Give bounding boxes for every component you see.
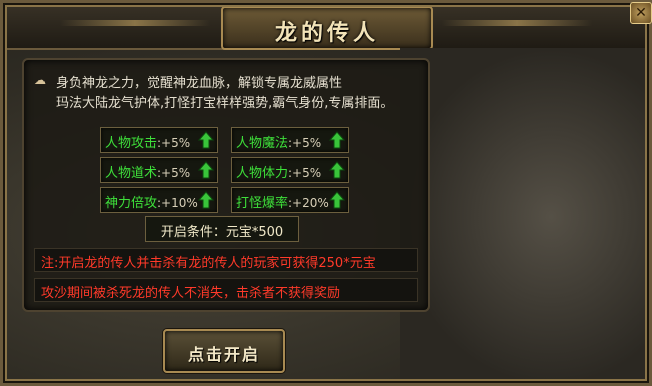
attribute-value: :+5%	[288, 136, 322, 150]
activate-button[interactable]: 点击开启	[163, 329, 285, 373]
close-button[interactable]: ✕	[630, 2, 652, 24]
attribute-stamina: 人物体力:+5%	[231, 157, 349, 183]
title-plate: 龙的传人	[221, 6, 433, 50]
title-ornament-left	[60, 20, 210, 26]
hero-background	[400, 48, 652, 386]
notice-text: 注:开启龙的传人并击杀有龙的传人的玩家可获得250*元宝	[41, 256, 376, 271]
title-ornament-right	[442, 20, 592, 26]
unlock-condition-box: 开启条件：元宝*500	[145, 216, 299, 242]
attribute-label: 打怪爆率	[236, 196, 289, 211]
window-title: 龙的传人	[274, 21, 379, 46]
notice-siege: 攻沙期间被杀死龙的传人不消失，击杀者不获得奖励	[34, 278, 418, 302]
attribute-value: :+10%	[157, 196, 198, 210]
info-icon: ☁	[34, 73, 46, 87]
notice-text: 攻沙期间被杀死龙的传人不消失，击杀者不获得奖励	[41, 286, 341, 301]
attribute-taoism: 人物道术:+5%	[100, 157, 218, 183]
description-line-1: 身负神龙之力，觉醒神龙血脉，解锁专属龙威属性	[56, 76, 343, 91]
arrow-up-icon	[198, 131, 214, 149]
attribute-magic: 人物魔法:+5%	[231, 127, 349, 153]
dragon-heir-window: 龙的传人 ✕ ☁ 身负神龙之力，觉醒神龙血脉，解锁专属龙威属性 玛法大陆龙气护体…	[0, 0, 652, 386]
attribute-drop-rate: 打怪爆率:+20%	[231, 187, 349, 213]
arrow-up-icon	[198, 161, 214, 179]
arrow-up-icon	[329, 161, 345, 179]
attribute-value: :+5%	[157, 166, 191, 180]
attribute-attack: 人物攻击:+5%	[100, 127, 218, 153]
attribute-label: 人物道术	[105, 166, 158, 181]
activate-button-label: 点击开启	[187, 345, 260, 364]
title-bar: 龙的传人	[0, 0, 652, 50]
attribute-value: :+5%	[157, 136, 191, 150]
arrow-up-icon	[329, 131, 345, 149]
description-line-2: 玛法大陆龙气护体,打怪打宝样样强势,霸气身份,专属排面。	[56, 96, 394, 111]
attribute-label: 人物攻击	[105, 136, 158, 151]
arrow-up-icon	[329, 191, 345, 209]
unlock-condition: 开启条件：元宝*500	[160, 225, 284, 240]
attribute-label: 人物体力	[236, 166, 289, 181]
attribute-label: 神力倍攻	[105, 196, 158, 211]
arrow-up-icon	[198, 191, 214, 209]
attribute-label: 人物魔法	[236, 136, 289, 151]
attribute-divine-multiplier: 神力倍攻:+10%	[100, 187, 218, 213]
notice-reward: 注:开启龙的传人并击杀有龙的传人的玩家可获得250*元宝	[34, 248, 418, 272]
hero-illustration	[400, 48, 652, 386]
attribute-value: :+5%	[288, 166, 322, 180]
attribute-value: :+20%	[288, 196, 329, 210]
